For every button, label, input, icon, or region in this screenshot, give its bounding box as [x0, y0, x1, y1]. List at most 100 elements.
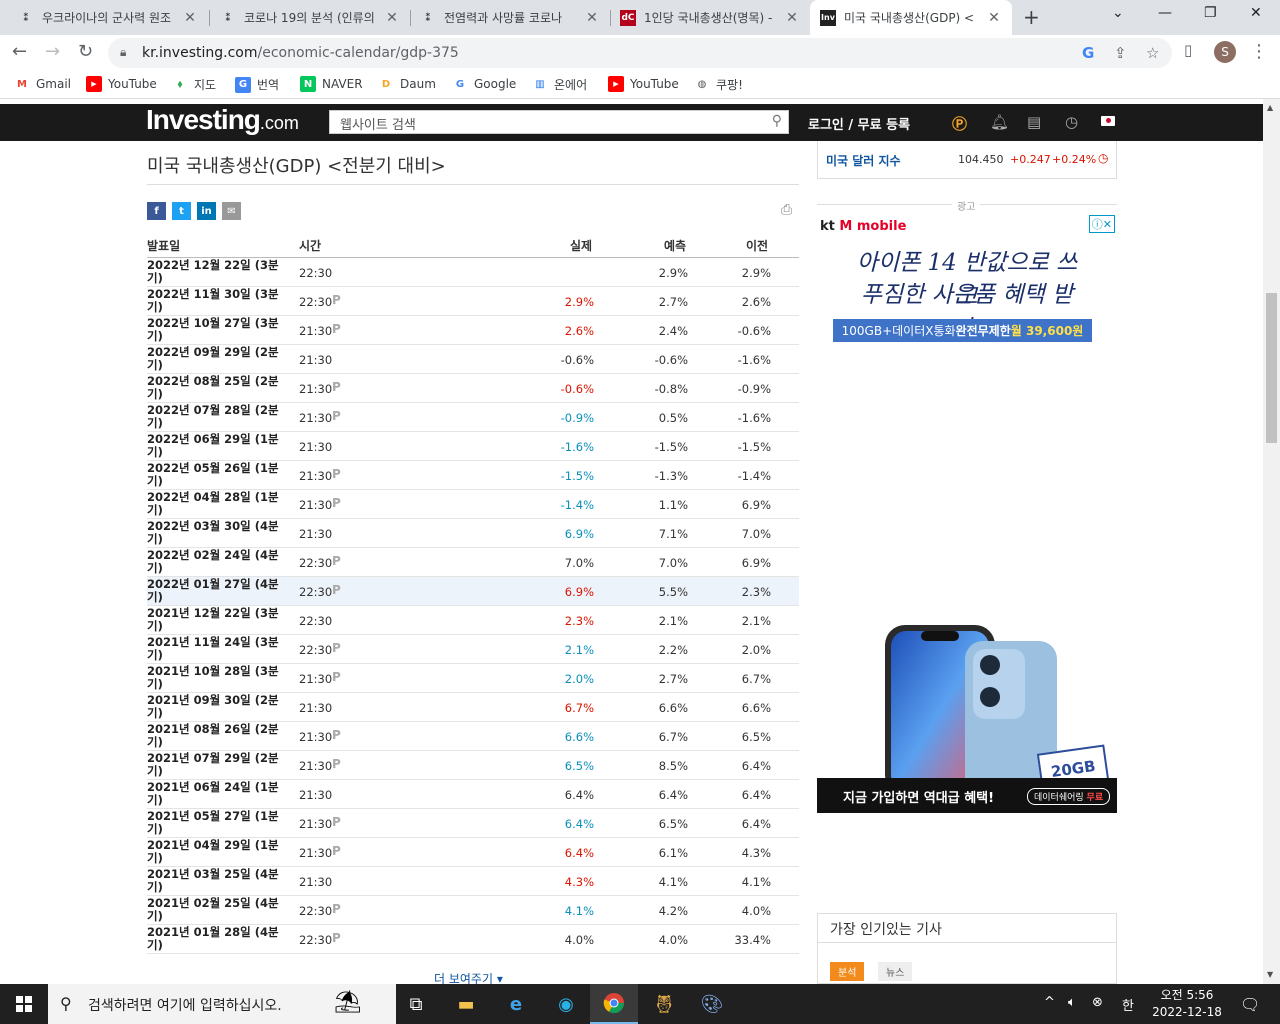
paint-icon[interactable]: 🎨︎ [688, 984, 736, 1024]
close-tab-icon[interactable]: ✕ [784, 10, 800, 26]
preliminary-icon[interactable]: P [332, 322, 341, 336]
korea-flag-icon[interactable] [1101, 116, 1115, 126]
close-tab-icon[interactable]: ✕ [384, 10, 400, 26]
taskbar-search-input[interactable]: ⚲ 검색하려면 여기에 입력하십시오. ⛱ [48, 984, 396, 1024]
back-icon[interactable]: ← [12, 41, 27, 62]
table-row: 2022년 12월 22일 (3분기) 22:30 2.9% 2.9% [147, 258, 799, 287]
preliminary-icon[interactable]: P [332, 293, 341, 307]
share-icon[interactable]: ⇪ [1114, 44, 1127, 62]
internet-explorer-icon[interactable]: e [492, 984, 540, 1024]
tab-news[interactable]: 뉴스 [878, 962, 913, 981]
file-explorer-icon[interactable]: ▬ [442, 984, 490, 1024]
release-time: 21:30 [299, 440, 333, 454]
preliminary-icon[interactable]: P [332, 496, 341, 510]
email-share-icon[interactable]: ✉ [222, 202, 241, 220]
advertisement[interactable]: kt M mobile ⓘ✕ 아이폰 14 반값으로 쓰고 푸짐한 사은품 혜택… [817, 213, 1117, 813]
app-owl-icon[interactable]: 🦉︎ [640, 984, 688, 1024]
browser-tab-3[interactable]: ⁑ 전염력과 사망률 코로나 ✕ [410, 0, 610, 35]
preliminary-icon[interactable]: P [332, 554, 341, 568]
login-register-link[interactable]: 로그인 / 무료 등록 [808, 114, 910, 133]
ad-choices-icon[interactable]: ⓘ✕ [1088, 215, 1115, 233]
pro-icon[interactable]: Ⓟ [952, 113, 967, 134]
bookmark-daum[interactable]: D Daum [378, 76, 436, 92]
restore-icon[interactable]: ❐ [1204, 5, 1217, 21]
preliminary-icon[interactable]: P [332, 641, 341, 655]
reload-icon[interactable]: ↻ [78, 41, 93, 62]
bookmark-youtube-2[interactable]: ▶ YouTube [608, 76, 679, 92]
network-error-icon[interactable]: ⊗ [1092, 995, 1103, 1010]
windows-start-button[interactable] [0, 984, 48, 1024]
release-date: 2022년 04월 28일 (1분기) [147, 490, 279, 517]
tab-analysis[interactable]: 분석 [830, 962, 865, 981]
col-header-date[interactable]: 발표일 [147, 237, 180, 254]
preliminary-icon[interactable]: P [332, 931, 341, 945]
preliminary-icon[interactable]: P [332, 757, 341, 771]
scroll-up-arrow-icon[interactable]: ▲ [1267, 103, 1273, 112]
preliminary-icon[interactable]: P [332, 467, 341, 481]
menu-icon[interactable]: ⋮ [1250, 41, 1268, 62]
col-header-previous[interactable]: 이전 [746, 237, 768, 254]
volume-icon[interactable]: 🔈︎ [1068, 995, 1076, 1010]
side-panel-icon[interactable]: ▯ [1184, 41, 1192, 59]
site-search-input[interactable]: 웹사이트 검색 ⚲ [329, 110, 789, 134]
tab-search-icon[interactable]: ⌄ [1112, 5, 1124, 21]
browser-tab-5[interactable]: Inv 미국 국내총생산(GDP) < ✕ [810, 0, 1012, 35]
task-view-icon[interactable]: ⧉ [392, 984, 440, 1024]
google-lens-icon[interactable]: G [1082, 44, 1094, 62]
portfolio-icon[interactable]: ▤ [1027, 113, 1041, 131]
preliminary-icon[interactable]: P [332, 815, 341, 829]
bookmark-onair[interactable]: ▥ 온에어 [532, 76, 587, 93]
bookmark-naver[interactable]: N NAVER [300, 76, 363, 92]
browser-tab-2[interactable]: ⁑ 코로나 19의 분석 (인류의 ✕ [210, 0, 410, 35]
lock-icon[interactable]: 🔒︎ [120, 45, 126, 60]
facebook-share-icon[interactable]: f [147, 202, 166, 220]
show-hidden-icons[interactable]: ^ [1044, 995, 1055, 1010]
table-row: 2021년 04월 29일 (1분기) 21:30 P 6.4% 6.1% 4.3% [147, 838, 799, 867]
preliminary-icon[interactable]: P [332, 902, 341, 916]
address-bar[interactable]: 🔒︎ kr.investing.com/economic-calendar/gd… [108, 38, 1172, 68]
notification-icon[interactable]: 🗨︎ [1240, 995, 1260, 1014]
close-tab-icon[interactable]: ✕ [182, 10, 198, 26]
clock-icon[interactable]: ◷ [1065, 113, 1078, 131]
bell-icon[interactable]: 🔔︎ [990, 113, 1009, 131]
preliminary-icon[interactable]: P [332, 670, 341, 684]
preliminary-icon[interactable]: P [332, 844, 341, 858]
edge-icon[interactable]: ◉ [542, 984, 590, 1024]
search-icon[interactable]: ⚲ [772, 113, 782, 129]
chrome-icon[interactable] [590, 984, 638, 1024]
preliminary-icon[interactable]: P [332, 409, 341, 423]
profile-avatar[interactable]: S [1214, 41, 1236, 63]
scrollbar-thumb[interactable] [1266, 293, 1277, 443]
index-name-link[interactable]: 미국 달러 지수 [826, 152, 901, 169]
scroll-down-arrow-icon[interactable]: ▼ [1267, 970, 1273, 979]
bookmark-google[interactable]: G Google [452, 76, 516, 92]
preliminary-icon[interactable]: P [332, 583, 341, 597]
new-tab-button[interactable]: + [1023, 5, 1040, 29]
linkedin-share-icon[interactable]: in [197, 202, 216, 220]
print-icon[interactable]: ⎙ [781, 202, 792, 218]
table-row: 2021년 06월 24일 (1분기) 21:30 6.4% 6.4% 6.4% [147, 780, 799, 809]
col-header-actual[interactable]: 실제 [570, 237, 592, 254]
preliminary-icon[interactable]: P [332, 728, 341, 742]
bookmark-coupang[interactable]: ◍ 쿠팡! [694, 76, 743, 93]
bookmark-translate[interactable]: G 번역 [235, 76, 279, 93]
browser-tab-1[interactable]: ⁑ 우크라이나의 군사력 원조 ✕ [8, 0, 208, 35]
bookmark-youtube[interactable]: ▶ YouTube [86, 76, 157, 92]
bookmark-maps[interactable]: ⬧ 지도 [172, 76, 216, 93]
close-tab-icon[interactable]: ✕ [584, 10, 600, 26]
taskbar-clock[interactable]: 오전 5:56 2022-12-18 [1150, 987, 1224, 1021]
investing-logo[interactable]: Investing.com [146, 104, 299, 136]
bookmark-gmail[interactable]: M Gmail [14, 76, 71, 92]
bookmark-star-icon[interactable]: ☆ [1146, 44, 1159, 62]
twitter-share-icon[interactable]: t [172, 202, 191, 220]
preliminary-icon[interactable]: P [332, 380, 341, 394]
browser-tab-4[interactable]: dC 1인당 국내총생산(명목) - ✕ [610, 0, 810, 35]
close-tab-icon[interactable]: ✕ [986, 10, 1002, 26]
close-window-icon[interactable]: ✕ [1250, 5, 1262, 21]
col-header-time[interactable]: 시간 [299, 237, 321, 254]
forward-icon[interactable]: → [45, 41, 60, 62]
minimize-icon[interactable]: — [1158, 5, 1172, 21]
col-header-forecast[interactable]: 예측 [664, 237, 686, 254]
page-scrollbar[interactable] [1263, 99, 1280, 984]
ime-indicator[interactable]: 한 [1122, 995, 1134, 1014]
